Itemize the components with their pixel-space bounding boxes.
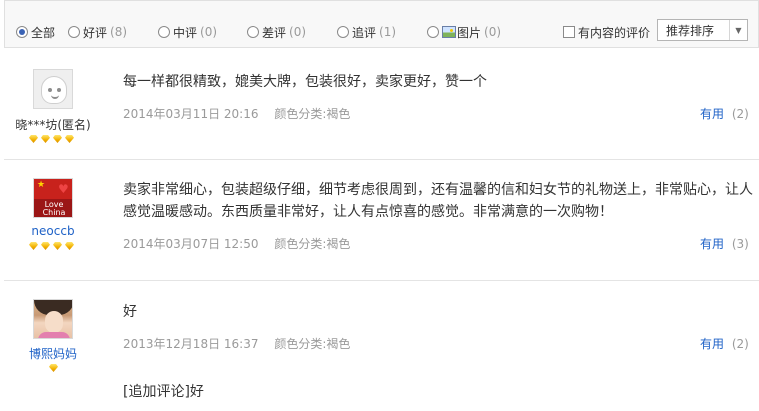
filter-neutral[interactable]: 中评 (0): [158, 23, 217, 41]
avatar[interactable]: ★ ♥ Love China: [33, 178, 73, 218]
username: 晓***坊(匿名): [15, 118, 91, 132]
sort-select-value: 推荐排序: [666, 23, 715, 38]
diamond-icon: [64, 135, 75, 143]
filter-append[interactable]: 追评 (1): [337, 23, 396, 41]
review-meta: 2014年03月07日 12:50 颜色分类:褐色: [123, 235, 350, 252]
review-date: 2014年03月07日 12:50: [123, 237, 259, 251]
useful-label[interactable]: 有用: [700, 337, 724, 351]
review-text: 好: [123, 304, 137, 320]
useful-button[interactable]: 有用 (3): [700, 235, 749, 252]
chevron-down-icon[interactable]: ▼: [729, 20, 747, 40]
checkbox-icon[interactable]: [563, 26, 575, 38]
filter-bad[interactable]: 差评 (0): [247, 23, 306, 41]
filter-all[interactable]: 全部: [16, 23, 55, 41]
radio-icon[interactable]: [68, 26, 80, 38]
filter-pictures-label: 图片: [457, 25, 482, 40]
diamond-icon: [40, 242, 51, 250]
filter-pictures[interactable]: 图片 (0): [427, 23, 501, 41]
username[interactable]: 博熙妈妈: [0, 345, 106, 362]
review-filter-bar: 全部 好评 (8) 中评 (0) 差评 (0) 追评 (1) 图片 (0) 有内…: [4, 0, 759, 48]
default-avatar-icon: [41, 76, 67, 104]
useful-button[interactable]: 有用 (2): [700, 335, 749, 352]
review-meta: 2013年12月18日 16:37 颜色分类:褐色: [123, 335, 350, 352]
useful-label[interactable]: 有用: [700, 107, 724, 121]
radio-icon[interactable]: [427, 26, 439, 38]
filter-neutral-count: (0): [200, 25, 218, 39]
username[interactable]: neoccb: [0, 224, 106, 238]
diamond-icon: [52, 135, 63, 143]
avatar-caption: Love China: [42, 200, 66, 217]
review-text: 每一样都很精致，媲美大牌，包装很好，卖家更好，赞一个: [123, 74, 487, 90]
review-color-spec: 颜色分类:褐色: [274, 107, 351, 121]
diamond-icon: [40, 135, 51, 143]
review-meta: 2014年03月11日 20:16 颜色分类:褐色: [123, 105, 350, 122]
divider: [4, 280, 759, 281]
divider: [4, 159, 759, 160]
filter-bad-label: 差评: [262, 25, 287, 40]
filter-append-count: (1): [379, 25, 397, 39]
diamond-icon: [48, 364, 59, 372]
filter-all-label: 全部: [31, 25, 56, 40]
filter-neutral-label: 中评: [173, 25, 198, 40]
picture-icon: [442, 26, 456, 38]
china-flag-icon: ★ ♥: [34, 179, 72, 199]
useful-label[interactable]: 有用: [700, 237, 724, 251]
radio-icon[interactable]: [158, 26, 170, 38]
useful-count: (3): [731, 237, 749, 251]
diamond-icon: [52, 242, 63, 250]
useful-count: (2): [731, 107, 749, 121]
radio-icon[interactable]: [247, 26, 259, 38]
filter-pictures-count: (0): [484, 25, 502, 39]
radio-icon[interactable]: [337, 26, 349, 38]
diamond-icon: [28, 242, 39, 250]
filter-good-label: 好评: [83, 25, 108, 40]
append-review-text: [追加评论]好: [123, 384, 204, 400]
buyer-rank-diamonds: [28, 242, 75, 250]
avatar[interactable]: [33, 299, 73, 339]
has-content-label: 有内容的评价: [578, 25, 651, 40]
radio-selected-icon[interactable]: [16, 26, 28, 38]
has-content-filter[interactable]: 有内容的评价: [563, 23, 650, 41]
avatar[interactable]: [33, 69, 73, 109]
review-color-spec: 颜色分类:褐色: [274, 337, 351, 351]
useful-count: (2): [731, 337, 749, 351]
filter-good[interactable]: 好评 (8): [68, 23, 127, 41]
sort-select[interactable]: 推荐排序 ▼: [657, 19, 748, 41]
filter-bad-count: (0): [289, 25, 307, 39]
useful-button[interactable]: 有用 (2): [700, 105, 749, 122]
buyer-rank-diamonds: [48, 364, 59, 372]
diamond-icon: [64, 242, 75, 250]
review-date: 2013年12月18日 16:37: [123, 337, 259, 351]
filter-good-count: (8): [110, 25, 128, 39]
buyer-rank-diamonds: [28, 135, 75, 143]
review-date: 2014年03月11日 20:16: [123, 107, 259, 121]
filter-append-label: 追评: [352, 25, 377, 40]
review-color-spec: 颜色分类:褐色: [274, 237, 351, 251]
review-text: 卖家非常细心，包装超级仔细，细节考虑很周到，还有温馨的信和妇女节的礼物送上，非常…: [123, 182, 753, 220]
diamond-icon: [28, 135, 39, 143]
